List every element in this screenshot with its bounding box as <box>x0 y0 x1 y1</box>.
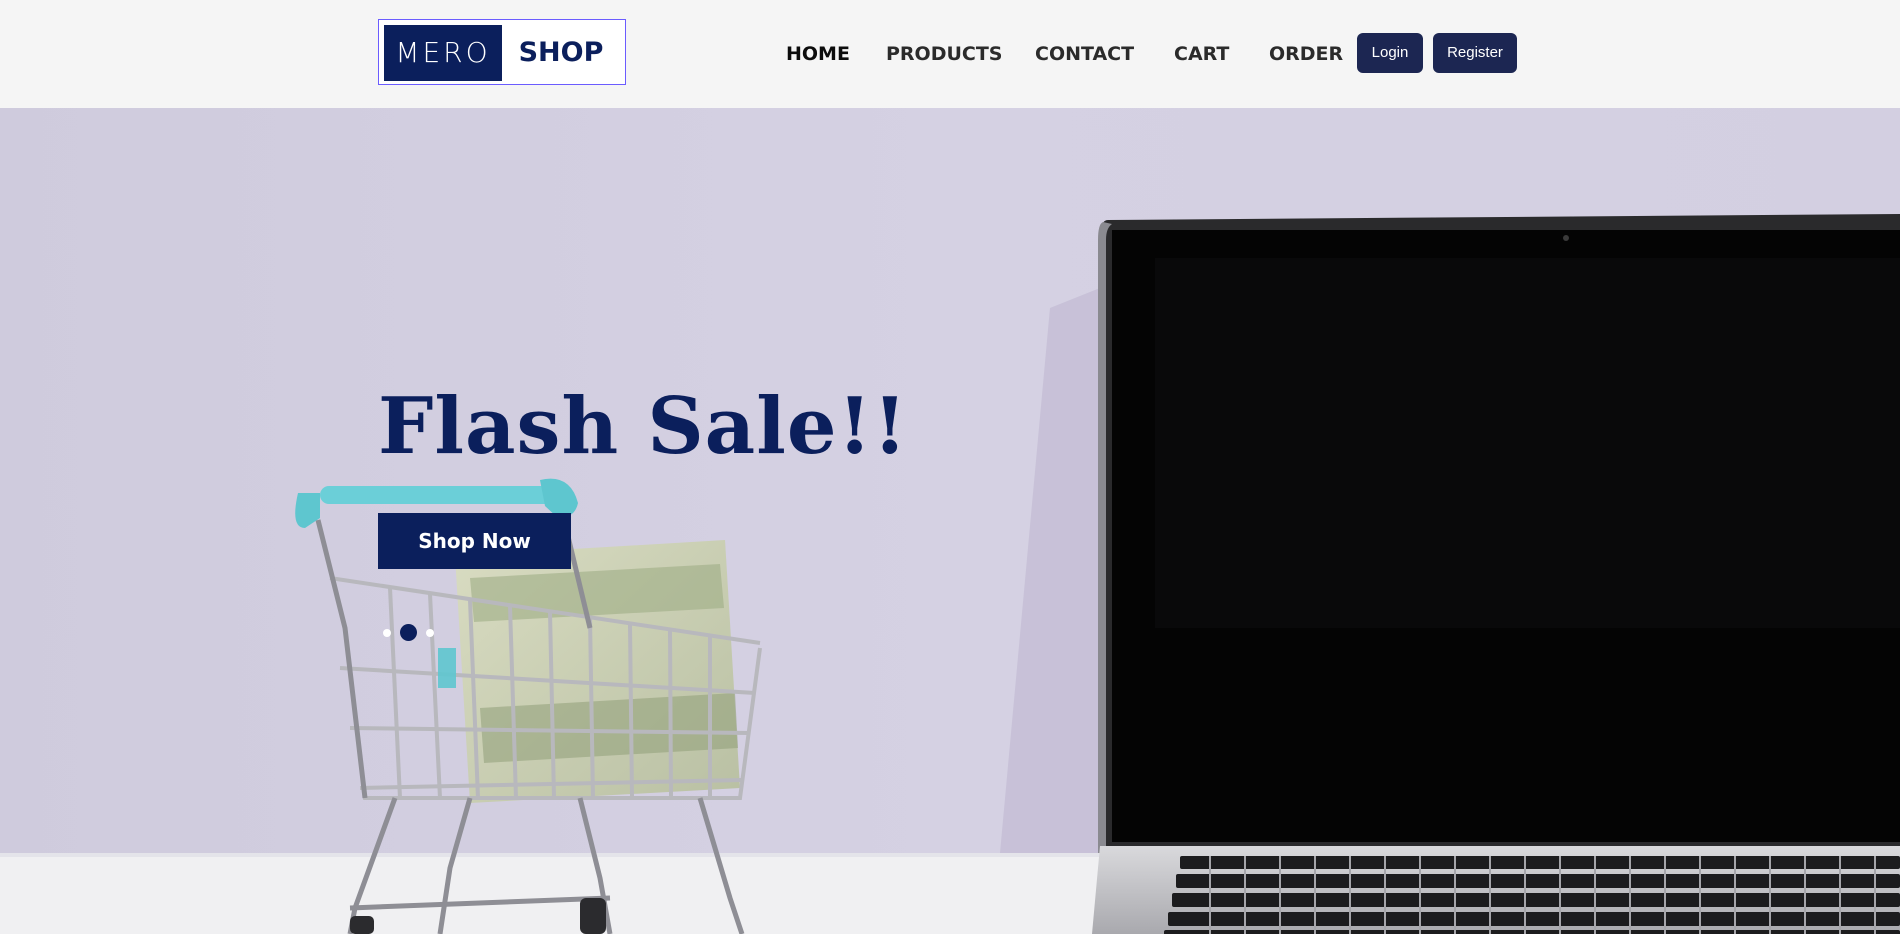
hero-title: Flash Sale!! <box>378 381 908 472</box>
logo-text-mero: MERO <box>384 25 502 81</box>
hero-image <box>0 108 1900 934</box>
nav-home[interactable]: HOME <box>786 40 850 68</box>
hero-banner: Flash Sale!! Shop Now <box>0 108 1900 934</box>
site-logo[interactable]: MERO SHOP <box>378 19 626 85</box>
carousel-dot-2-active[interactable] <box>400 624 417 641</box>
login-button[interactable]: Login <box>1357 33 1423 73</box>
nav-order[interactable]: ORDER <box>1269 40 1343 68</box>
site-header: MERO SHOP HOME PRODUCTS CONTACT CART ORD… <box>0 0 1900 108</box>
logo-text-shop: SHOP <box>518 37 604 68</box>
carousel-dot-3[interactable] <box>426 629 434 637</box>
register-button[interactable]: Register <box>1433 33 1517 73</box>
laptop-graphic <box>1092 214 1900 934</box>
nav-contact[interactable]: CONTACT <box>1035 40 1134 68</box>
carousel-dot-1[interactable] <box>383 629 391 637</box>
nav-products[interactable]: PRODUCTS <box>886 40 1003 68</box>
nav-cart[interactable]: CART <box>1174 40 1229 68</box>
shop-now-button[interactable]: Shop Now <box>378 513 571 569</box>
